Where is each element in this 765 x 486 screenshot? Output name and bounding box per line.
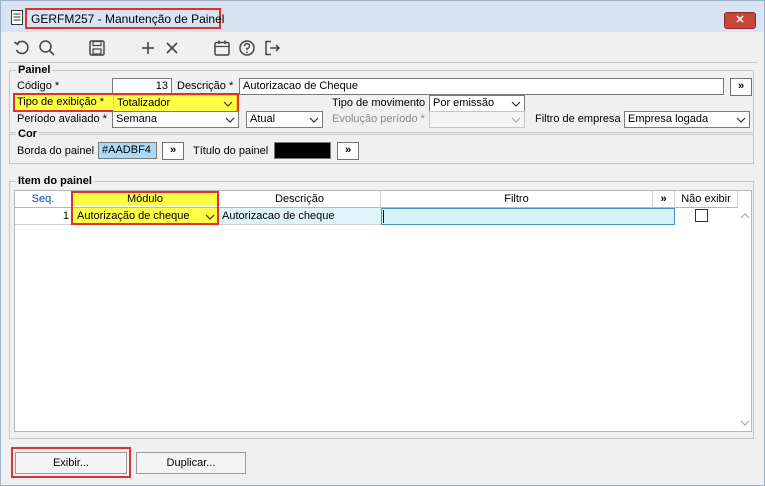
filtro-empresa-label: Filtro de empresa [535, 113, 621, 125]
undo-icon[interactable] [13, 39, 31, 57]
periodo-atual-value: Atual [250, 113, 276, 125]
column-header-filtro[interactable]: Filtro [381, 191, 653, 208]
codigo-label: Código * [17, 80, 60, 92]
help-icon[interactable] [238, 39, 256, 57]
text-cursor [383, 210, 384, 223]
item-painel-group-title: Item do painel [16, 174, 94, 188]
borda-color-button[interactable]: » [162, 142, 184, 160]
exibir-button[interactable]: Exibir... [15, 452, 127, 474]
exit-icon[interactable] [263, 39, 281, 57]
descricao-lookup-button[interactable]: » [730, 78, 752, 96]
evolucao-select[interactable] [429, 111, 525, 128]
chevron-down-icon [222, 96, 234, 111]
borda-color-input[interactable]: #AADBF4 [98, 142, 157, 159]
delete-icon[interactable] [163, 39, 181, 57]
tipo-movimento-label: Tipo de movimento [332, 97, 426, 109]
tipo-exibicao-value: Totalizador [117, 97, 171, 109]
chevron-down-icon [510, 112, 522, 127]
evolucao-label: Evolução período * [332, 113, 425, 125]
document-icon [11, 10, 23, 25]
periodo-atual-select[interactable]: Atual [246, 111, 323, 128]
tipo-movimento-value: Por emissão [433, 97, 495, 109]
periodo-label: Período avaliado * [17, 113, 107, 125]
title-bar: GERFM257 - Manutenção de Painel ✕ [1, 1, 764, 32]
painel-group-title: Painel [16, 63, 53, 77]
periodo-select[interactable]: Semana [112, 111, 239, 128]
descricao-input[interactable]: Autorizacao de Cheque [239, 78, 724, 95]
main-window: GERFM257 - Manutenção de Painel ✕ Painel… [0, 0, 765, 486]
cor-group-title: Cor [16, 127, 39, 141]
filtro-empresa-value: Empresa logada [628, 113, 709, 125]
items-table: Seq. Descrição Filtro » Não exibir 1 Aut… [14, 190, 752, 432]
column-header-modulo-label: Módulo [73, 193, 217, 206]
table-cell-filtro[interactable] [381, 208, 675, 225]
table-cell-descricao[interactable]: Autorizacao de cheque [219, 208, 381, 225]
titulo-color-swatch[interactable] [274, 142, 331, 159]
window-title: GERFM257 - Manutenção de Painel [25, 8, 224, 29]
duplicar-button[interactable]: Duplicar... [136, 452, 246, 474]
titulo-label: Título do painel [193, 145, 269, 157]
search-icon[interactable] [38, 39, 56, 57]
toolbar-separator [8, 62, 757, 63]
column-header-nao-exibir[interactable]: Não exibir [675, 191, 738, 208]
chevron-down-icon [308, 112, 320, 127]
calendar-icon[interactable] [213, 39, 231, 57]
chevron-down-icon [224, 112, 236, 127]
chevron-down-icon [735, 112, 747, 127]
tipo-movimento-select[interactable]: Por emissão [429, 95, 525, 112]
filtro-empresa-select[interactable]: Empresa logada [624, 111, 750, 128]
scroll-down-icon[interactable] [739, 418, 751, 428]
filtro-expand-button[interactable]: » [653, 191, 675, 208]
descricao-label: Descrição * [177, 80, 234, 92]
close-button[interactable]: ✕ [724, 12, 756, 29]
tipo-exibicao-label: Tipo de exibição * [15, 95, 113, 109]
add-icon[interactable] [139, 39, 157, 57]
titulo-color-button[interactable]: » [337, 142, 359, 160]
column-header-seq[interactable]: Seq. [15, 191, 72, 208]
tipo-exibicao-select[interactable]: Totalizador [113, 95, 237, 112]
nao-exibir-checkbox[interactable] [695, 209, 708, 222]
periodo-value: Semana [116, 113, 157, 125]
save-icon[interactable] [88, 39, 106, 57]
borda-label: Borda do painel [17, 145, 95, 157]
chevron-down-icon [510, 96, 522, 111]
column-header-descricao[interactable]: Descrição [219, 191, 381, 208]
scroll-up-icon[interactable] [739, 211, 751, 221]
table-cell-seq[interactable]: 1 [15, 208, 72, 225]
